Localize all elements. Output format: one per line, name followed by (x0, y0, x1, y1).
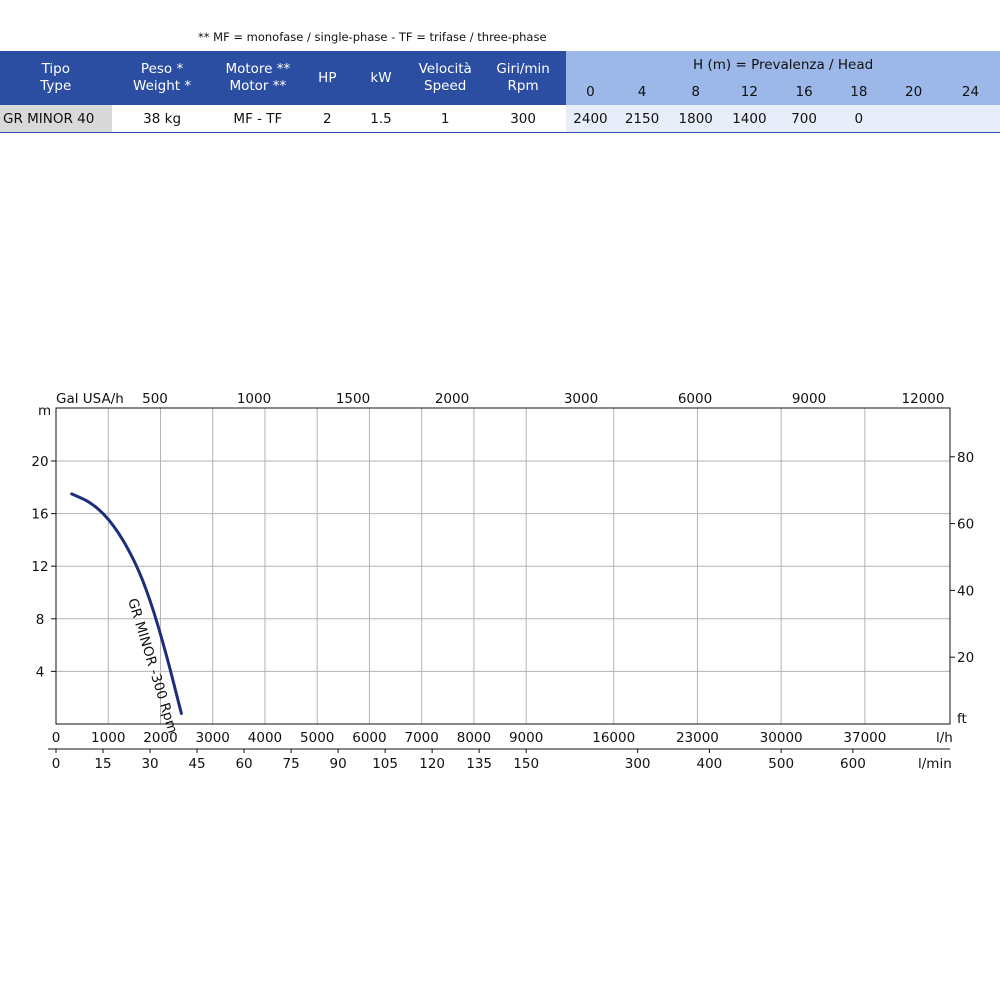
cell-weight: 38 kg (111, 105, 213, 133)
lh-tick-label: 37000 (843, 730, 886, 746)
header-velocita: Velocità (418, 61, 472, 77)
lmin-tick-label: 90 (330, 756, 347, 772)
lmin-tick-label: 150 (513, 756, 539, 772)
head-value: 18 (831, 79, 887, 105)
lmin-tick-label: 30 (141, 756, 158, 772)
header-speed: Speed (424, 78, 467, 94)
left-tick-label: 8 (36, 612, 45, 628)
left-tick-label: 20 (31, 454, 48, 470)
cell-kw: 1.5 (351, 105, 411, 133)
head-value: 4 (614, 79, 670, 105)
head-value: 12 (722, 79, 777, 105)
cell-type: GR MINOR 40 (0, 105, 112, 133)
lh-tick-label: 6000 (352, 730, 386, 746)
left-tick-label: 4 (36, 664, 45, 680)
col-weight-header: Peso * Weight * (111, 51, 213, 105)
lmin-tick-label: 600 (840, 756, 866, 772)
cell-speed: 1 (410, 105, 480, 133)
right-tick-label: 20 (957, 650, 974, 666)
lh-tick-label: 23000 (676, 730, 719, 746)
head-value: 16 (776, 79, 832, 105)
lh-tick-label: 8000 (457, 730, 491, 746)
right-tick-label: 40 (957, 583, 974, 599)
lmin-tick-label: 500 (768, 756, 794, 772)
top-tick-label: 1500 (336, 391, 370, 407)
top-tick-label: 1000 (237, 391, 271, 407)
lmin-tick-label: 15 (94, 756, 111, 772)
cell-flow: 2150 (614, 105, 670, 133)
lh-tick-label: 1000 (91, 730, 125, 746)
lh-tick-label: 7000 (405, 730, 439, 746)
lmin-tick-label: 60 (235, 756, 252, 772)
lmin-tick-label: 75 (282, 756, 299, 772)
cell-flow: 1800 (669, 105, 723, 133)
lmin-axis-label: l/min (918, 756, 952, 772)
header-tipo: Tipo (41, 61, 70, 77)
left-tick-label: 16 (31, 507, 48, 523)
lh-tick-label: 9000 (509, 730, 543, 746)
col-kw-header: kW (351, 51, 411, 105)
col-hp-header: HP (303, 51, 352, 105)
header-type: Type (40, 78, 72, 94)
header-motore: Motore ** (225, 61, 291, 77)
lmin-tick-label: 135 (466, 756, 492, 772)
top-tick-label: 12000 (902, 391, 945, 407)
head-value: 0 (566, 79, 615, 105)
top-tick-label: 6000 (678, 391, 712, 407)
cell-flow: 1400 (722, 105, 777, 133)
lh-tick-label: 4000 (248, 730, 282, 746)
right-tick-label: 60 (957, 517, 974, 533)
lh-tick-label: 5000 (300, 730, 334, 746)
lmin-tick-label: 105 (372, 756, 398, 772)
header-giri: Giri/min (496, 61, 550, 77)
cell-flow: 2400 (566, 105, 615, 133)
lh-tick-label: 16000 (592, 730, 635, 746)
lmin-tick-label: 0 (52, 756, 61, 772)
top-tick-label: 2000 (435, 391, 469, 407)
col-rpm-header: Giri/min Rpm (479, 51, 567, 105)
phase-note: ** MF = monofase / single-phase - TF = t… (198, 30, 547, 44)
cell-flow (940, 105, 1000, 133)
left-tick-label: 12 (31, 559, 48, 575)
curve-label: GR MINOR -300 Rpm (124, 596, 180, 735)
top-tick-label: 9000 (792, 391, 826, 407)
head-value: 24 (940, 79, 1000, 105)
lh-axis-label: l/h (936, 730, 953, 746)
lmin-tick-label: 120 (419, 756, 445, 772)
col-speed-header: Velocità Speed (410, 51, 480, 105)
cell-motor: MF - TF (212, 105, 304, 133)
performance-chart: m4812162020406080ftGal USA/h 500 1000 1500 2… (31, 391, 974, 772)
spec-table: Tipo Type Peso * Weight * Motore ** Moto… (0, 51, 1000, 133)
lh-tick-label: 0 (52, 730, 61, 746)
col-motor-header: Motore ** Motor ** (212, 51, 304, 105)
cell-rpm: 300 (479, 105, 567, 133)
right-tick-label: 80 (957, 450, 974, 466)
right-axis-label: ft (957, 711, 967, 727)
head-value: 8 (669, 79, 723, 105)
cell-flow (886, 105, 941, 133)
header-weight: Weight * (133, 78, 192, 94)
head-title: H (m) = Prevalenza / Head (566, 51, 1000, 79)
top-tick-label: 500 (142, 391, 168, 407)
lmin-tick-label: 400 (697, 756, 723, 772)
lh-tick-label: 3000 (196, 730, 230, 746)
top-tick-label: 3000 (564, 391, 598, 407)
top-axis-label: Gal USA/h (56, 391, 124, 407)
header-rpm: Rpm (507, 78, 539, 94)
cell-flow: 0 (831, 105, 887, 133)
cell-hp: 2 (303, 105, 352, 133)
col-type-header: Tipo Type (0, 51, 112, 105)
lmin-tick-label: 300 (625, 756, 651, 772)
cell-flow: 700 (776, 105, 832, 133)
header-peso: Peso * (140, 61, 184, 77)
header-motor: Motor ** (229, 78, 287, 94)
head-value: 20 (886, 79, 941, 105)
table-row: GR MINOR 40 38 kg MF - TF 2 1.5 1 300 24… (0, 105, 1000, 133)
left-axis-label: m (38, 403, 51, 419)
lmin-tick-label: 45 (188, 756, 205, 772)
lh-tick-label: 30000 (760, 730, 803, 746)
